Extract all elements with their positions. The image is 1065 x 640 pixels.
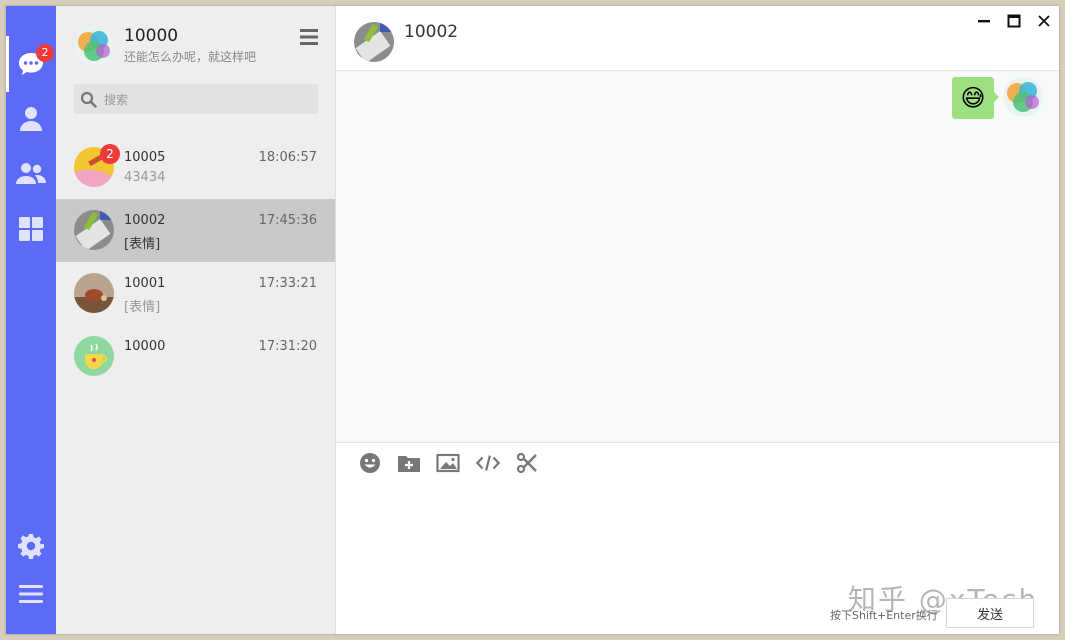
message-bubble[interactable]: 😅	[952, 77, 999, 119]
my-username: 10000	[124, 26, 179, 46]
panel-menu-icon[interactable]	[300, 29, 318, 45]
conversation-item[interactable]: 10002 17:45:36 [表情]	[56, 199, 335, 262]
minimize-icon[interactable]	[973, 10, 995, 32]
folder-add-icon	[398, 456, 420, 472]
gear-icon	[18, 534, 44, 559]
my-signature: 还能怎么办呢，就这样吧	[124, 50, 257, 64]
search-icon	[80, 91, 97, 108]
screenshot-button[interactable]	[515, 451, 539, 475]
emoji-icon	[360, 453, 380, 473]
conversation-item[interactable]: 10000 17:31:20	[56, 325, 335, 388]
message-time: 17:45:36	[258, 213, 317, 228]
message-preview: 43434	[124, 170, 166, 185]
apps-grid-icon	[19, 217, 43, 241]
contact-name: 10005	[124, 150, 166, 165]
app-window: 2 10000 还能怎么办呢，就这样吧 搜索 2 10005 18:06:57 …	[6, 6, 1059, 634]
composer-toolbar	[336, 443, 1059, 483]
conversation-panel: 10000 还能怎么办呢，就这样吧 2 10005 18:06:57	[56, 6, 336, 634]
conversation-item[interactable]: 2 10005 18:06:57 43434	[56, 136, 335, 199]
group-icon	[16, 163, 46, 184]
unread-badge: 2	[100, 144, 120, 164]
chat-area: 10002 😅 知乎 @xTech 按下Shift+Enter换行 发送	[336, 6, 1059, 634]
chat-contact-avatar[interactable]	[354, 22, 394, 62]
user-icon	[20, 107, 42, 131]
contact-avatar	[74, 336, 114, 376]
message-preview: [表情]	[124, 237, 161, 252]
send-button[interactable]: 发送	[946, 598, 1034, 628]
nav-groups-button[interactable]	[6, 154, 56, 194]
my-avatar[interactable]	[74, 26, 114, 66]
contact-name: 10002	[124, 213, 166, 228]
nav-contacts-button[interactable]	[6, 99, 56, 139]
newline-hint: 按下Shift+Enter换行	[830, 609, 938, 622]
emoji-button[interactable]	[358, 451, 382, 475]
hamburger-menu-icon	[19, 585, 43, 603]
contact-name: 10000	[124, 339, 166, 354]
nav-rail: 2	[6, 6, 56, 634]
message-time: 17:33:21	[258, 276, 317, 291]
search-box	[74, 84, 318, 116]
send-code-button[interactable]	[476, 451, 500, 475]
search-input[interactable]	[102, 84, 316, 116]
nav-more-button[interactable]	[6, 574, 56, 614]
nav-messages-button[interactable]: 2	[6, 44, 56, 84]
send-image-button[interactable]	[436, 451, 460, 475]
chat-header: 10002	[336, 6, 1059, 71]
code-icon	[476, 455, 500, 471]
contact-name: 10001	[124, 276, 166, 291]
message-time: 18:06:57	[258, 150, 317, 165]
message-time: 17:31:20	[258, 339, 317, 354]
sender-avatar[interactable]	[1003, 77, 1043, 117]
nav-apps-button[interactable]	[6, 209, 56, 249]
send-file-button[interactable]	[397, 451, 421, 475]
message-preview: [表情]	[124, 300, 161, 315]
image-icon	[436, 453, 460, 473]
unread-badge: 2	[36, 44, 54, 62]
scissors-icon	[516, 452, 537, 474]
contact-avatar	[74, 210, 114, 250]
message-list: 😅	[336, 71, 1059, 443]
conversation-item[interactable]: 10001 17:33:21 [表情]	[56, 262, 335, 325]
maximize-icon[interactable]	[1003, 10, 1025, 32]
nav-settings-button[interactable]	[6, 526, 56, 566]
close-icon[interactable]	[1033, 10, 1055, 32]
chat-title: 10002	[404, 22, 459, 42]
contact-avatar	[74, 273, 114, 313]
